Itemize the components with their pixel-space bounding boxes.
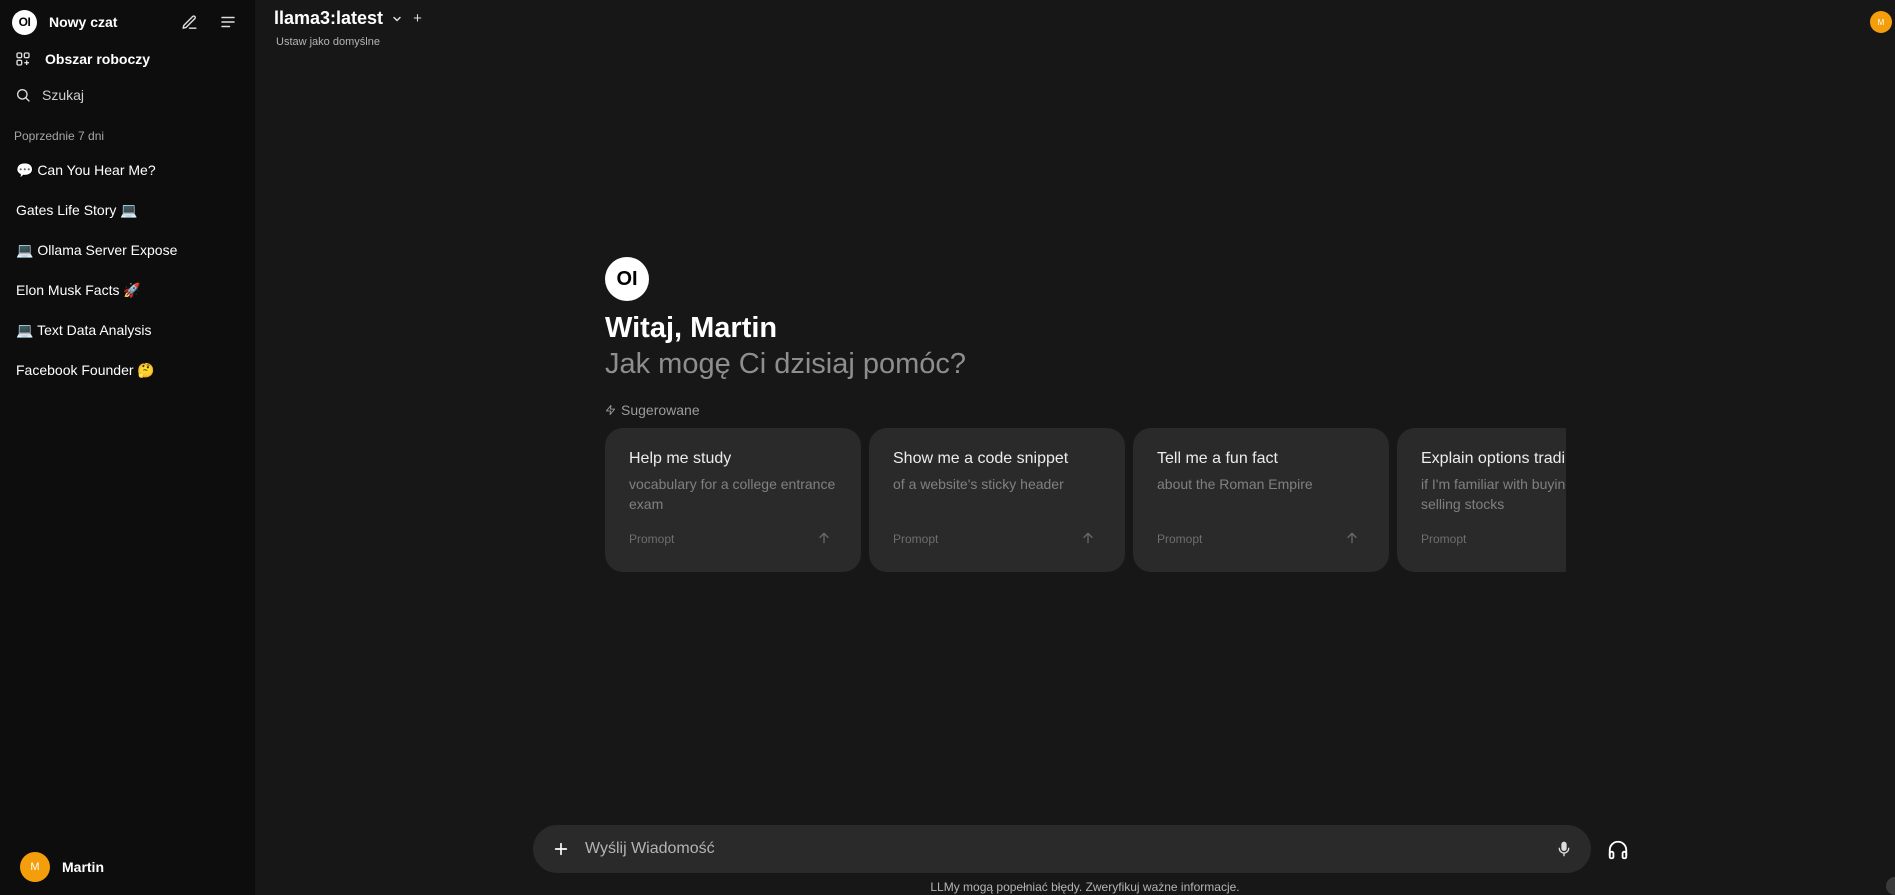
chat-item[interactable]: 💻 Text Data Analysis	[0, 310, 255, 350]
chat-item[interactable]: 💻 Ollama Server Expose	[0, 230, 255, 270]
chat-list: 💬 Can You Hear Me? Gates Life Story 💻 💻 …	[0, 150, 255, 390]
chat-item[interactable]: Gates Life Story 💻	[0, 190, 255, 230]
suggestion-tag: Promopt	[1421, 532, 1467, 546]
message-input[interactable]	[585, 835, 1485, 863]
suggested-label: Sugerowane	[605, 402, 700, 418]
set-default-link[interactable]: Ustaw jako domyślne	[276, 36, 380, 48]
chat-item[interactable]: Facebook Founder 🤔	[0, 350, 255, 390]
suggestion-title: Tell me a fun fact	[1157, 450, 1278, 467]
suggestion-subtitle: of a website's sticky header	[893, 476, 1064, 492]
bolt-icon	[605, 404, 616, 416]
chat-item[interactable]: 💬 Can You Hear Me?	[0, 150, 255, 190]
add-model-button[interactable]: +	[413, 10, 422, 27]
suggestion-card[interactable]: Explain options trading if I'm familiar …	[1397, 428, 1566, 572]
sidebar-menu-icon[interactable]	[217, 11, 239, 33]
suggestion-card[interactable]: Tell me a fun fact about the Roman Empir…	[1133, 428, 1389, 572]
sidebar-header: OI Nowy czat	[12, 9, 242, 35]
chevron-down-icon[interactable]	[391, 13, 403, 25]
sidebar-item-workspace[interactable]: Obszar roboczy	[14, 50, 150, 68]
workspace-icon	[14, 50, 32, 68]
arrow-up-icon	[817, 530, 831, 551]
arrow-up-icon	[1081, 530, 1095, 551]
new-chat-icon[interactable]	[178, 11, 200, 33]
chat-item[interactable]: Elon Musk Facts 🚀	[0, 270, 255, 310]
greeting-title: Witaj, Martin	[605, 312, 778, 344]
model-name: llama3:latest	[274, 8, 384, 28]
suggestion-subtitle: about the Roman Empire	[1157, 476, 1313, 492]
avatar[interactable]: M	[1870, 11, 1892, 33]
disclaimer-text: LLMy mogą popełniać błędy. Zweryfikuj wa…	[930, 880, 1240, 894]
suggestion-tag: Promopt	[893, 532, 939, 546]
search-label: Szukaj	[42, 87, 85, 103]
headphones-icon[interactable]	[1606, 838, 1630, 862]
suggestion-card[interactable]: Show me a code snippet of a website's st…	[869, 428, 1125, 572]
model-logo: OI	[605, 257, 649, 301]
new-chat-link[interactable]: Nowy czat	[49, 14, 117, 30]
user-name: Martin	[62, 859, 104, 875]
sidebar: OI Nowy czat Obszar roboczy Szukaj Poprz…	[0, 0, 255, 895]
suggestion-card[interactable]: Help me study vocabulary for a college e…	[605, 428, 861, 572]
workspace-label: Obszar roboczy	[45, 51, 151, 67]
avatar: M	[20, 852, 50, 882]
greeting-subtitle: Jak mogę Ci dzisiaj pomóc?	[605, 348, 967, 380]
suggestion-subtitle: if I'm familiar with buying and selling …	[1421, 476, 1566, 512]
suggestion-cards: Help me study vocabulary for a college e…	[605, 428, 1566, 572]
suggestion-tag: Promopt	[629, 532, 675, 546]
suggestion-title: Help me study	[629, 450, 732, 467]
search-icon	[14, 86, 32, 104]
model-selector[interactable]: llama3:latest +	[274, 8, 422, 29]
sidebar-item-search[interactable]: Szukaj	[14, 86, 84, 104]
section-label-previous-7-days: Poprzednie 7 dni	[14, 129, 105, 143]
suggestion-title: Show me a code snippet	[893, 450, 1069, 467]
arrow-up-icon	[1345, 530, 1359, 551]
suggestion-title: Explain options trading	[1421, 450, 1566, 467]
attach-plus-icon[interactable]	[549, 837, 573, 861]
app-logo[interactable]: OI	[12, 9, 37, 35]
microphone-icon[interactable]	[1553, 838, 1575, 860]
suggestion-tag: Promopt	[1157, 532, 1203, 546]
suggestion-subtitle: vocabulary for a college entrance exam	[629, 476, 836, 512]
message-composer	[533, 825, 1591, 873]
suggested-text: Sugerowane	[621, 402, 700, 418]
user-menu[interactable]: M Martin	[20, 852, 104, 882]
